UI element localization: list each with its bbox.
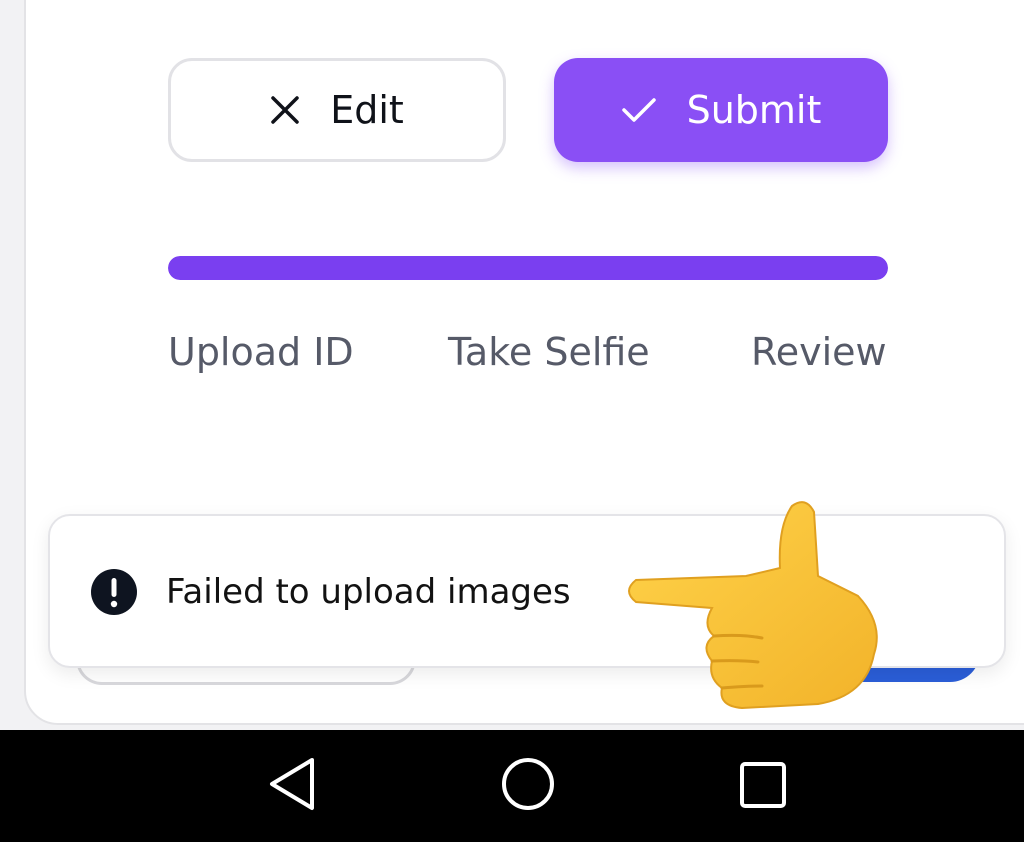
alert-circle-icon: [90, 568, 138, 621]
back-triangle-icon[interactable]: [268, 756, 318, 817]
progress-bar-fill: [168, 256, 888, 280]
pointing-hand-emoji: [622, 496, 892, 716]
system-navigation-bar: [0, 730, 1024, 842]
progress-bar: [168, 256, 888, 280]
recents-square-icon[interactable]: [738, 756, 788, 817]
step-upload-id: Upload ID: [168, 330, 354, 374]
submit-button-label: Submit: [686, 88, 822, 132]
step-take-selfie: Take Selfie: [448, 330, 650, 374]
step-review: Review: [751, 330, 887, 374]
toast-message: Failed to upload images: [166, 572, 571, 612]
submit-button[interactable]: Submit: [554, 58, 888, 162]
close-icon: [270, 95, 300, 125]
edit-button-label: Edit: [330, 88, 404, 132]
edit-button[interactable]: Edit: [168, 58, 506, 162]
check-icon: [621, 95, 657, 125]
home-circle-icon[interactable]: [500, 756, 556, 817]
